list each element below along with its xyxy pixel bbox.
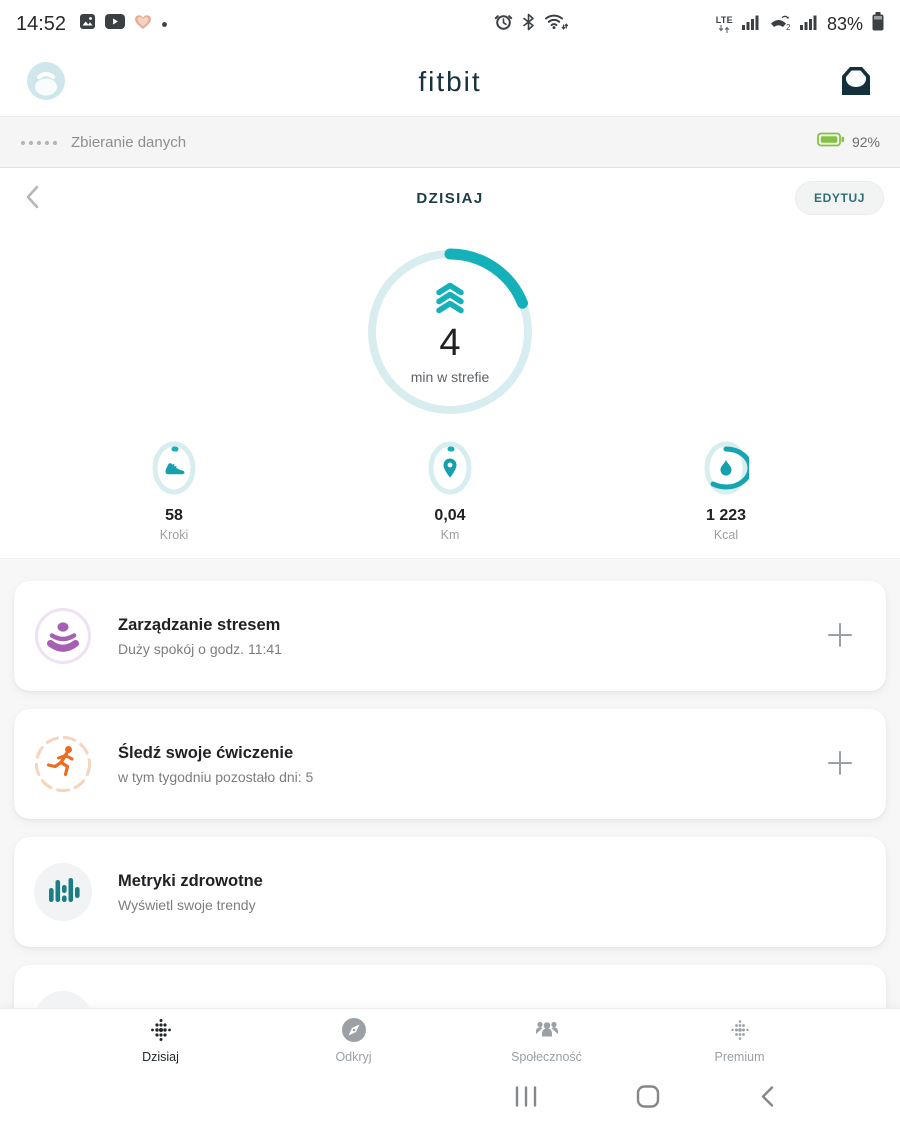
signal-strength-2-icon (800, 14, 818, 35)
wifi-icon (544, 12, 568, 36)
back-chevron-icon[interactable] (16, 178, 50, 219)
android-navigation-bar (0, 1072, 900, 1124)
distance-label: Km (441, 528, 460, 542)
youtube-notification-icon (105, 14, 125, 34)
card-title: Zarządzanie stresem (118, 616, 822, 635)
steps-label: Kroki (160, 528, 188, 542)
meditation-icon (34, 607, 92, 665)
battery-percent-label: 83% (827, 14, 863, 35)
tab-community[interactable]: Społeczność (450, 1009, 643, 1072)
placeholder-circle-icon (34, 991, 92, 1008)
add-icon[interactable] (822, 745, 858, 784)
zone-minutes-label: min w strefie (411, 369, 490, 385)
notification-dot-icon (161, 15, 168, 33)
zone-minutes-value: 4 (439, 322, 460, 365)
device-battery-percent: 92% (852, 134, 880, 150)
tab-label: Dzisiaj (142, 1050, 179, 1064)
clock-time: 14:52 (16, 13, 66, 36)
inbox-icon[interactable] (838, 64, 874, 101)
lte-indicator: LTE (716, 16, 733, 33)
premium-dots-icon (727, 1017, 753, 1046)
fitbit-logo: fitbit (0, 66, 900, 98)
card-title: Śledź swoje ćwiczenie (118, 744, 822, 763)
add-icon[interactable] (822, 617, 858, 656)
lte-label: LTE (716, 16, 733, 25)
location-pin-icon (427, 440, 473, 496)
sync-status-bar[interactable]: Zbieranie danych 92% (0, 116, 900, 168)
zone-minutes-icon (427, 279, 473, 320)
tab-premium[interactable]: Premium (643, 1009, 836, 1072)
calories-value: 1 223 (706, 507, 746, 525)
tab-label: Odkryj (335, 1050, 371, 1064)
fitbit-dots-icon (148, 1017, 174, 1046)
steps-value: 58 (165, 507, 183, 525)
today-header-row: DZISIAJ EDYTUJ (0, 168, 900, 228)
card-subtitle: Wyświetl swoje trendy (118, 897, 858, 913)
device-battery-icon (817, 132, 845, 152)
fitbit-app-screen: 14:52 L (0, 0, 900, 1124)
card-title: Metryki zdrowotne (118, 872, 858, 891)
tab-label: Społeczność (511, 1050, 582, 1064)
recents-button[interactable] (508, 1080, 544, 1117)
sync-status-label: Zbieranie danych (71, 134, 186, 151)
stat-steps[interactable]: 58 Kroki (36, 440, 312, 558)
bottom-navigation: Dzisiaj Odkryj Społeczność Premium (0, 1008, 900, 1072)
card-track-exercise[interactable]: Śledź swoje ćwiczenie w tym tygodniu poz… (14, 709, 886, 819)
app-header: fitbit (0, 48, 900, 116)
alarm-icon (494, 12, 513, 36)
card-stress-management[interactable]: Zarządzanie stresem Duży spokój o godz. … (14, 581, 886, 691)
heart-notification-icon (134, 14, 152, 35)
page-title: DZISIAJ (0, 190, 900, 207)
card-subtitle: Duży spokój o godz. 11:41 (118, 641, 822, 657)
status-bar: 14:52 L (0, 0, 900, 48)
hero-section: 4 min w strefie (0, 228, 900, 440)
sync-progress-dots-icon (20, 133, 58, 151)
card-partial[interactable] (14, 965, 886, 1008)
battery-icon (872, 12, 884, 36)
edit-button[interactable]: EDYTUJ (795, 181, 884, 215)
profile-avatar[interactable] (26, 61, 66, 104)
bluetooth-icon (522, 13, 535, 36)
distance-value: 0,04 (434, 507, 465, 525)
card-subtitle: w tym tygodniu pozostało dni: 5 (118, 769, 822, 785)
cards-section: Zarządzanie stresem Duży spokój o godz. … (0, 558, 900, 1008)
stat-distance[interactable]: 0,04 Km (312, 440, 588, 558)
gallery-notification-icon (79, 13, 96, 35)
svg-text:2: 2 (786, 23, 791, 31)
compass-icon (341, 1017, 367, 1046)
runner-icon (34, 735, 92, 793)
card-health-metrics[interactable]: Metryki zdrowotne Wyświetl swoje trendy (14, 837, 886, 947)
people-icon (533, 1017, 561, 1046)
android-back-button[interactable] (752, 1079, 784, 1118)
signal-strength-icon (742, 14, 760, 35)
stats-row: 58 Kroki 0,04 Km (0, 440, 900, 558)
zone-minutes-ring[interactable]: 4 min w strefie (362, 244, 538, 420)
calories-label: Kcal (714, 528, 738, 542)
stat-calories[interactable]: 1 223 Kcal (588, 440, 864, 558)
home-button[interactable] (630, 1079, 666, 1118)
tab-today[interactable]: Dzisiaj (64, 1009, 257, 1072)
shoe-icon (151, 440, 197, 496)
bar-chart-icon (34, 863, 92, 921)
flame-icon (703, 440, 749, 496)
tab-discover[interactable]: Odkryj (257, 1009, 450, 1072)
call-sim2-icon: 2 (769, 13, 791, 36)
tab-label: Premium (714, 1050, 764, 1064)
